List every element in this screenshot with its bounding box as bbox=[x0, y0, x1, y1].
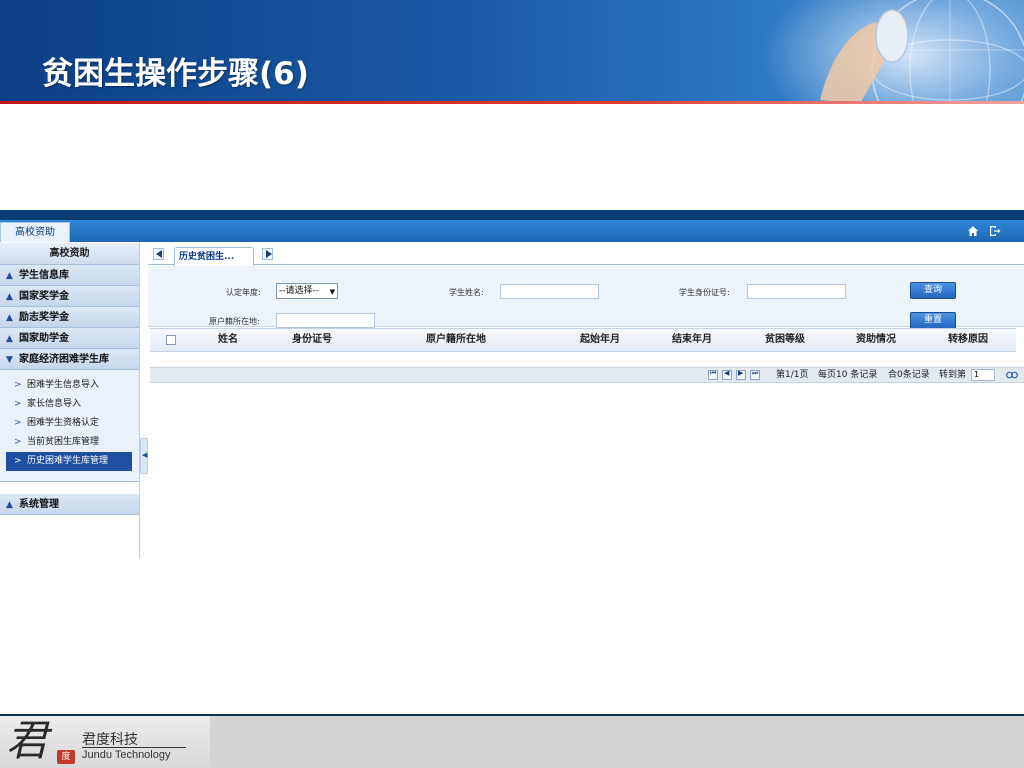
table-header: 姓名 身份证号 原户籍所在地 起始年月 结束年月 贫困等级 资助情况 转移原因 bbox=[150, 328, 1016, 352]
select-all-checkbox[interactable] bbox=[166, 335, 176, 345]
sidebar: 高校资助 ▲ 学生信息库 ▲ 国家奖学金 ▲ 励志奖学金 ▲ 国家助学金 ▼ 家庭经济困难… bbox=[0, 243, 140, 558]
sidebar-item-current-db[interactable]: > 当前贫困生库管理 bbox=[6, 433, 132, 452]
column-header[interactable]: 原户籍所在地 bbox=[426, 329, 486, 351]
arrow-left-icon bbox=[156, 250, 162, 258]
column-header[interactable]: 姓名 bbox=[218, 329, 238, 351]
collapse-left-icon: ◀ bbox=[142, 451, 148, 459]
go-icon[interactable] bbox=[1006, 370, 1018, 380]
sidebar-section-student-info[interactable]: ▲ 学生信息库 bbox=[0, 265, 139, 286]
chevron-right-icon: > bbox=[14, 456, 22, 466]
query-button[interactable]: 查询 bbox=[910, 282, 956, 299]
company-name-en: Jundu Technology bbox=[82, 749, 171, 761]
app-window: 高校资助 高校资助 ▲ 学生信息库 ▲ 国家奖学金 ▲ 励志奖学金 ▲ 国家助学金 ▼ 家… bbox=[0, 210, 1024, 558]
page-number-input[interactable]: 1 bbox=[971, 369, 995, 381]
year-select[interactable]: --请选择-- ▼ bbox=[276, 283, 338, 299]
column-header[interactable]: 转移原因 bbox=[948, 329, 988, 351]
company-logo: 君 度 君度科技 Jundu Technology bbox=[0, 716, 210, 768]
globe-mouse-graphic bbox=[820, 0, 1024, 104]
sidebar-section-poor-student-db[interactable]: ▼ 家庭经济困难学生库 bbox=[0, 349, 139, 370]
sidebar-section-encouragement-scholarship[interactable]: ▲ 励志奖学金 bbox=[0, 307, 139, 328]
main-tab[interactable]: 高校资助 bbox=[0, 222, 70, 242]
origin-input[interactable] bbox=[276, 313, 375, 328]
chevron-right-icon: > bbox=[14, 380, 22, 390]
content-panel: 历史贫困生... 认定年度: --请选择-- ▼ 学生姓名: 学生身份证号: 查询… bbox=[148, 243, 1024, 558]
sidebar-section-system[interactable]: ▲ 系统管理 bbox=[0, 494, 139, 515]
sidebar-item-import-poor-students[interactable]: > 困难学生信息导入 bbox=[6, 376, 132, 395]
logo-seal: 度 bbox=[57, 750, 75, 764]
column-header[interactable]: 贫困等级 bbox=[765, 329, 805, 351]
sidebar-collapse-handle[interactable]: ◀ bbox=[140, 438, 148, 474]
tab-strip: 历史贫困生... bbox=[148, 243, 1024, 266]
app-menu-bar bbox=[0, 220, 1024, 242]
last-page-button[interactable]: ⏭ bbox=[750, 369, 760, 380]
pager: ⏮ ◀ ▶ ⏭ 第1/1页 每页10 条记录 合0条记录 转到第 1 bbox=[150, 367, 1024, 383]
student-id-label: 学生身份证号: bbox=[679, 288, 730, 297]
per-page-info: 每页10 条记录 bbox=[818, 370, 878, 380]
arrow-up-icon: ▲ bbox=[6, 500, 13, 510]
sidebar-item-history-db[interactable]: > 历史困难学生库管理 bbox=[6, 452, 132, 471]
student-name-label: 学生姓名: bbox=[449, 288, 484, 297]
chevron-right-icon: > bbox=[14, 437, 22, 447]
prev-page-icon: ◀ bbox=[724, 369, 730, 377]
sidebar-section-national-grant[interactable]: ▲ 国家助学金 bbox=[0, 328, 139, 349]
student-name-input[interactable] bbox=[500, 284, 599, 299]
next-page-button[interactable]: ▶ bbox=[736, 369, 746, 380]
next-page-icon: ▶ bbox=[738, 369, 744, 377]
tab-history-poor-students[interactable]: 历史贫困生... bbox=[174, 247, 254, 266]
arrow-up-icon: ▲ bbox=[6, 334, 13, 344]
slide-banner: 贫困生操作步骤(6) bbox=[0, 0, 1024, 104]
page-info: 第1/1页 bbox=[776, 370, 809, 380]
app-top-bar bbox=[0, 210, 1024, 220]
goto-label: 转到第 bbox=[939, 370, 967, 380]
column-header[interactable]: 资助情况 bbox=[856, 329, 896, 351]
student-id-input[interactable] bbox=[747, 284, 846, 299]
company-name-cn: 君度科技 bbox=[82, 732, 138, 748]
total-records: 合0条记录 bbox=[888, 370, 930, 380]
column-header[interactable]: 起始年月 bbox=[580, 329, 620, 351]
sidebar-title: 高校资助 bbox=[0, 243, 139, 265]
column-header[interactable]: 结束年月 bbox=[672, 329, 712, 351]
sidebar-item-qualification[interactable]: > 困难学生资格认定 bbox=[6, 414, 132, 433]
home-icon[interactable] bbox=[967, 225, 979, 237]
logout-icon[interactable] bbox=[989, 225, 1001, 237]
reset-button[interactable]: 重置 bbox=[910, 312, 956, 329]
chevron-right-icon: > bbox=[14, 399, 22, 409]
arrow-up-icon: ▲ bbox=[6, 292, 13, 302]
prev-page-button[interactable]: ◀ bbox=[722, 369, 732, 380]
origin-label: 原户籍所在地: bbox=[209, 317, 260, 326]
chevron-right-icon: > bbox=[14, 418, 22, 428]
logo-character: 君 bbox=[6, 716, 49, 765]
column-header[interactable]: 身份证号 bbox=[292, 329, 332, 351]
first-page-button[interactable]: ⏮ bbox=[708, 369, 718, 380]
slide: 贫困生操作步骤(6) 高校资助 高校资助 ▲ 学生信息库 ▲ 国家奖学金 ▲ 励志奖学… bbox=[0, 0, 1024, 768]
sidebar-item-import-parents[interactable]: > 家长信息导入 bbox=[6, 395, 132, 414]
last-page-icon: ⏭ bbox=[752, 369, 759, 377]
first-page-icon: ⏮ bbox=[710, 369, 717, 377]
sidebar-section-national-scholarship[interactable]: ▲ 国家奖学金 bbox=[0, 286, 139, 307]
arrow-right-icon bbox=[266, 250, 272, 258]
dropdown-arrow-icon: ▼ bbox=[329, 288, 335, 296]
arrow-down-icon: ▼ bbox=[6, 355, 13, 365]
slide-footer: 君 度 君度科技 Jundu Technology bbox=[0, 714, 1024, 768]
slide-title: 贫困生操作步骤(6) bbox=[42, 56, 309, 92]
arrow-up-icon: ▲ bbox=[6, 271, 13, 281]
banner-red-line bbox=[0, 101, 1024, 104]
year-label: 认定年度: bbox=[226, 288, 261, 297]
sidebar-submenu: > 困难学生信息导入 > 家长信息导入 > 困难学生资格认定 > 当前贫困生库管理 > 历… bbox=[0, 370, 139, 482]
arrow-up-icon: ▲ bbox=[6, 313, 13, 323]
